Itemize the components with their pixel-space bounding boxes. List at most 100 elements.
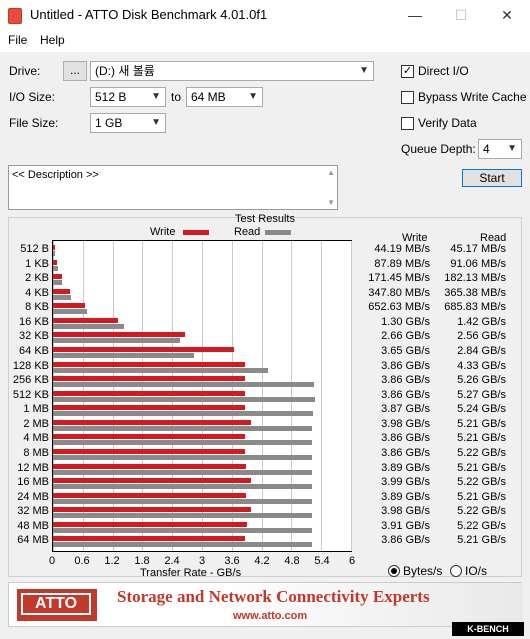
io-size-from-select[interactable]: 512 B ▼ <box>90 87 166 107</box>
file-size-select[interactable]: 1 GB ▼ <box>90 113 166 133</box>
read-value: 5.21 GB/s <box>457 461 506 474</box>
write-bar <box>53 274 62 280</box>
read-bar <box>53 411 314 417</box>
menu-file[interactable]: File <box>8 33 27 47</box>
scroll-up-icon[interactable]: ▲ <box>327 168 335 177</box>
read-bar <box>53 527 313 533</box>
x-axis-label: Transfer Rate - GB/s <box>140 567 242 579</box>
io-to-label: to <box>171 90 182 104</box>
read-bar <box>53 309 88 315</box>
io-per-sec-label: IO/s <box>465 564 488 578</box>
write-value: 3.86 GB/s <box>381 359 430 372</box>
queue-depth-select[interactable]: 4 ▼ <box>478 139 522 159</box>
write-value: 171.45 MB/s <box>368 272 430 285</box>
legend-write-label: Write <box>150 226 176 238</box>
banner-tagline: Storage and Network Connectivity Experts <box>117 587 430 606</box>
read-bar <box>53 455 313 460</box>
legend-read-swatch <box>265 230 291 235</box>
file-size-value: 1 GB <box>95 116 123 130</box>
write-value: 3.89 GB/s <box>381 461 430 474</box>
maximize-button[interactable]: ☐ <box>438 0 484 30</box>
category-label: 12 MB <box>17 461 49 474</box>
bypass-write-cache-checkbox[interactable] <box>401 91 414 104</box>
start-button[interactable]: Start <box>462 169 522 187</box>
category-label: 32 MB <box>17 505 49 518</box>
read-value: 45.17 MB/s <box>450 243 506 255</box>
write-value: 3.65 GB/s <box>381 345 430 357</box>
chevron-down-icon: ▼ <box>248 91 258 102</box>
legend-read-label: Read <box>234 226 261 238</box>
scroll-down-icon[interactable]: ▼ <box>327 198 335 207</box>
description-textarea[interactable]: << Description >> ▲ ▼ <box>8 165 338 210</box>
atto-logo: ATTO <box>17 589 97 621</box>
write-value: 3.86 GB/s <box>381 432 430 445</box>
read-bar <box>53 323 124 329</box>
write-bar <box>53 463 247 469</box>
read-value: 5.27 GB/s <box>457 388 506 401</box>
bytes-per-sec-radio[interactable] <box>388 565 400 577</box>
read-value: 5.22 GB/s <box>457 447 506 459</box>
category-label: 512 B <box>20 243 49 255</box>
x-tick-label: 2.4 <box>164 555 180 567</box>
window-title: Untitled - ATTO Disk Benchmark 4.01.0f1 <box>30 7 268 22</box>
browse-button[interactable]: ... <box>63 61 87 81</box>
write-value: 3.86 GB/s <box>381 374 430 387</box>
read-bar <box>53 265 58 271</box>
x-tick-label: 5.4 <box>314 555 330 567</box>
write-value: 3.86 GB/s <box>381 388 430 401</box>
category-label: 8 MB <box>23 447 49 459</box>
io-per-sec-radio[interactable] <box>450 565 462 577</box>
category-label: 1 MB <box>23 403 49 416</box>
verify-data-checkbox[interactable] <box>401 117 414 130</box>
read-bar <box>53 484 313 490</box>
read-value: 5.22 GB/s <box>457 519 506 532</box>
chevron-down-icon: ▼ <box>151 91 161 102</box>
banner-url: www.atto.com <box>233 610 308 622</box>
gridline <box>321 241 323 551</box>
drive-value: (D:) 새 볼륨 <box>95 64 155 78</box>
read-bar <box>53 513 313 519</box>
write-bar <box>53 536 245 542</box>
x-tick-label: 6 <box>348 555 356 567</box>
write-bar <box>53 332 186 338</box>
drive-select[interactable]: (D:) 새 볼륨 ▼ <box>90 61 374 81</box>
read-value: 5.26 GB/s <box>457 374 506 387</box>
read-value: 2.84 GB/s <box>457 345 506 357</box>
io-size-label: I/O Size: <box>9 90 56 104</box>
io-size-to-value: 64 MB <box>191 90 226 104</box>
write-bar <box>53 492 247 498</box>
category-label: 128 KB <box>12 359 49 372</box>
legend-write-swatch <box>183 230 209 235</box>
menu-help[interactable]: Help <box>40 33 65 47</box>
read-bar <box>53 338 181 344</box>
direct-io-checkbox[interactable]: ✓ <box>401 65 414 78</box>
category-label: 32 KB <box>19 330 49 343</box>
read-value: 5.22 GB/s <box>457 476 506 489</box>
write-value: 3.89 GB/s <box>381 490 430 503</box>
category-label: 48 MB <box>17 519 49 532</box>
io-size-to-select[interactable]: 64 MB ▼ <box>186 87 263 107</box>
close-button[interactable]: ✕ <box>484 0 530 30</box>
read-value: 2.56 GB/s <box>457 330 506 343</box>
read-bar <box>53 425 312 431</box>
category-label: 2 MB <box>23 417 49 430</box>
minimize-button[interactable]: — <box>392 0 438 30</box>
queue-depth-label: Queue Depth: <box>401 142 476 156</box>
queue-depth-value: 4 <box>483 142 490 156</box>
read-value: 5.21 GB/s <box>457 534 506 547</box>
category-label: 24 MB <box>17 490 49 503</box>
write-value: 3.87 GB/s <box>381 403 430 416</box>
read-value: 5.22 GB/s <box>457 505 506 518</box>
write-bar <box>53 449 245 454</box>
x-tick-label: 0 <box>48 555 56 567</box>
atto-banner[interactable]: ATTO Storage and Network Connectivity Ex… <box>8 582 523 627</box>
read-value: 5.21 GB/s <box>457 417 506 430</box>
write-bar <box>53 376 245 382</box>
x-tick-label: 3 <box>198 555 206 567</box>
io-size-from-value: 512 B <box>95 90 127 104</box>
write-value: 44.19 MB/s <box>374 243 430 255</box>
write-value: 347.80 MB/s <box>368 286 430 299</box>
category-label: 64 KB <box>19 345 49 357</box>
category-label: 64 MB <box>17 534 49 547</box>
read-value: 182.13 MB/s <box>444 272 506 285</box>
